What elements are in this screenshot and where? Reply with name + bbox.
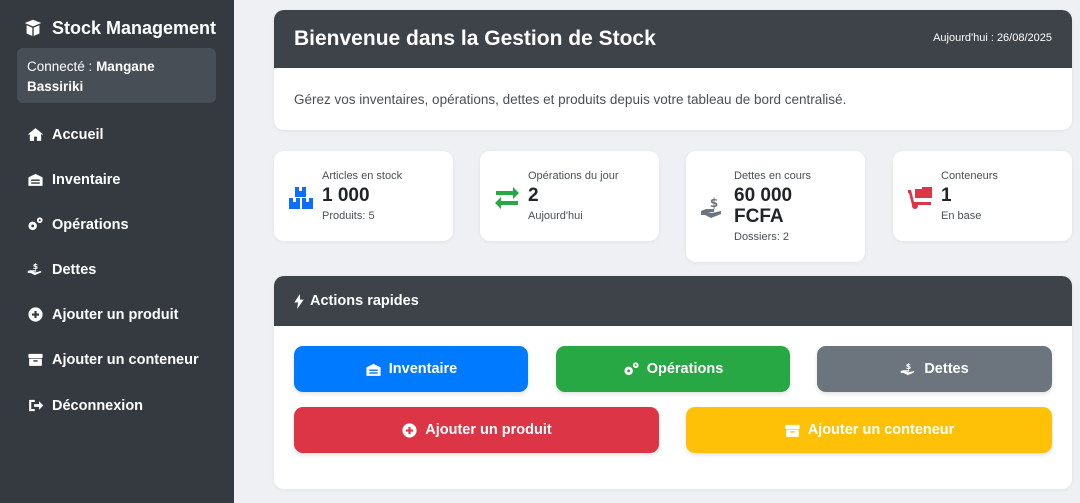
stat-card-stock: Articles en stock 1 000 Produits: 5: [274, 151, 453, 241]
quick-actions-header: Actions rapides: [274, 276, 1072, 326]
box-icon: [785, 424, 800, 437]
sidebar-item-dettes[interactable]: $ Dettes: [27, 261, 96, 278]
svg-text:$: $: [710, 196, 718, 210]
operations-button[interactable]: Opérations: [556, 346, 790, 392]
stat-label: Opérations du jour: [528, 170, 619, 182]
brand[interactable]: Stock Management: [22, 17, 216, 39]
welcome-card: Bienvenue dans la Gestion de Stock Aujou…: [274, 10, 1072, 130]
stat-value: 60 000 FCFA: [734, 185, 793, 227]
plus-circle-icon: [28, 307, 43, 322]
user-prefix: Connecté :: [27, 59, 93, 74]
home-icon: [27, 128, 44, 141]
quick-actions-title: Actions rapides: [310, 293, 419, 309]
ajouter-produit-button[interactable]: Ajouter un produit: [294, 407, 659, 453]
sidebar-item-label: Ajouter un produit: [52, 306, 179, 323]
stat-label: Articles en stock: [322, 170, 403, 182]
svg-text:$: $: [906, 361, 911, 370]
sidebar-item-label: Déconnexion: [52, 397, 144, 414]
exchange-icon: [495, 187, 519, 209]
quick-actions-card: Actions rapides Inventaire Opérations $ …: [274, 276, 1072, 489]
gears-icon: [624, 361, 639, 375]
warehouse-icon: [28, 173, 43, 186]
stat-value: 2: [528, 185, 539, 206]
today-date: Aujourd'hui : 26/08/2025: [933, 32, 1052, 44]
page-title: Bienvenue dans la Gestion de Stock: [294, 27, 656, 50]
plus-circle-icon: [402, 422, 417, 438]
sidebar-item-deconnexion[interactable]: Déconnexion: [27, 397, 143, 414]
sidebar-item-label: Opérations: [52, 216, 129, 233]
sidebar-item-label: Ajouter un conteneur: [52, 351, 199, 368]
stat-sub: Aujourd'hui: [528, 210, 583, 222]
button-label: Dettes: [924, 361, 969, 377]
gears-icon: [28, 217, 43, 231]
button-label: Ajouter un conteneur: [807, 422, 955, 438]
stat-value: 1 000: [322, 185, 370, 206]
stat-card-dettes: $ Dettes en cours 60 000 FCFA Dossiers: …: [686, 151, 865, 262]
welcome-header: Bienvenue dans la Gestion de Stock Aujou…: [274, 10, 1072, 68]
brand-title: Stock Management: [52, 17, 217, 38]
inventaire-button[interactable]: Inventaire: [294, 346, 528, 392]
stat-sub: En base: [941, 210, 982, 222]
sidebar-item-operations[interactable]: Opérations: [27, 216, 129, 233]
sidebar-item-label: Accueil: [52, 126, 104, 143]
box-open-icon: [23, 19, 43, 37]
stat-label: Conteneurs: [941, 170, 998, 182]
sidebar-item-ajouter-produit[interactable]: Ajouter un produit: [27, 306, 178, 323]
box-icon: [28, 353, 43, 366]
warehouse-icon: [366, 363, 381, 376]
bolt-icon: [294, 293, 304, 309]
user-info: Connecté : Mangane Bassiriki: [17, 48, 216, 103]
button-label: Opérations: [646, 361, 724, 377]
button-label: Ajouter un produit: [425, 422, 552, 438]
boxes-icon: [289, 187, 313, 209]
ajouter-conteneur-button[interactable]: Ajouter un conteneur: [686, 407, 1052, 453]
stat-card-conteneurs: Conteneurs 1 En base: [893, 151, 1072, 241]
sidebar-item-accueil[interactable]: Accueil: [27, 126, 104, 143]
sidebar-item-label: Inventaire: [52, 171, 121, 188]
sidebar-item-inventaire[interactable]: Inventaire: [27, 171, 121, 188]
stat-value: 1: [941, 185, 952, 206]
stat-card-operations: Opérations du jour 2 Aujourd'hui: [480, 151, 659, 241]
stat-sub: Produits: 5: [322, 210, 375, 222]
welcome-description: Gérez vos inventaires, opérations, dette…: [294, 92, 847, 107]
logout-icon: [29, 399, 44, 412]
sidebar-item-ajouter-conteneur[interactable]: Ajouter un conteneur: [27, 351, 199, 368]
dettes-button[interactable]: $ Dettes: [817, 346, 1052, 392]
sidebar-item-label: Dettes: [52, 261, 97, 278]
hand-dollar-icon: $: [701, 196, 721, 218]
button-label: Inventaire: [388, 361, 458, 377]
sidebar: Stock Management Connecté : Mangane Bass…: [0, 0, 234, 503]
stat-label: Dettes en cours: [734, 170, 812, 182]
hand-dollar-icon: $: [27, 262, 42, 276]
stat-sub: Dossiers: 2: [734, 231, 790, 243]
dolly-icon: [908, 187, 932, 209]
hand-dollar-icon: $: [901, 361, 915, 375]
svg-text:$: $: [33, 262, 38, 271]
